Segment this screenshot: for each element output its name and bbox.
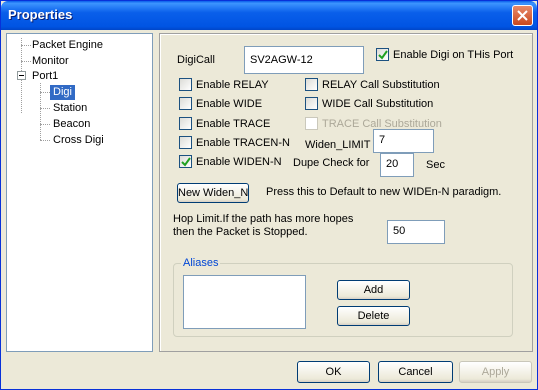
checkbox-box bbox=[305, 78, 318, 91]
enable-wide-checkbox[interactable]: Enable WIDE bbox=[179, 97, 262, 110]
checkmark-icon bbox=[181, 157, 191, 167]
tree-line bbox=[40, 92, 50, 93]
enable-widen-n-checkbox[interactable]: Enable WIDEN-N bbox=[179, 155, 282, 168]
checkbox-box bbox=[179, 155, 192, 168]
enable-trace-label: Enable TRACE bbox=[196, 117, 271, 130]
trace-call-substitution-label: TRACE Call Substitution bbox=[322, 117, 442, 130]
tree-line bbox=[40, 124, 50, 125]
tree-item-beacon[interactable]: Beacon bbox=[53, 117, 90, 132]
enable-digi-label: Enable Digi on THis Port bbox=[393, 48, 514, 61]
settings-tree[interactable]: Packet Engine Monitor Port1 Digi Station… bbox=[6, 33, 153, 352]
hop-limit-input[interactable]: 50 bbox=[387, 220, 445, 244]
tree-line bbox=[40, 140, 50, 141]
wide-call-substitution-label: WIDE Call Substitution bbox=[322, 97, 434, 110]
checkbox-box bbox=[179, 97, 192, 110]
digicall-input[interactable]: SV2AGW-12 bbox=[244, 46, 364, 74]
enable-digi-checkbox[interactable]: Enable Digi on THis Port bbox=[376, 48, 513, 61]
relay-call-substitution-label: RELAY Call Substitution bbox=[322, 78, 440, 91]
enable-relay-label: Enable RELAY bbox=[196, 78, 269, 91]
tree-item-cross-digi[interactable]: Cross Digi bbox=[53, 133, 104, 148]
dupe-check-unit: Sec bbox=[426, 159, 445, 171]
apply-button[interactable]: Apply bbox=[459, 361, 532, 383]
checkbox-box bbox=[179, 136, 192, 149]
aliases-legend: Aliases bbox=[181, 256, 221, 270]
checkbox-box bbox=[179, 78, 192, 91]
checkbox-box bbox=[179, 117, 192, 130]
relay-call-substitution-checkbox[interactable]: RELAY Call Substitution bbox=[305, 78, 440, 91]
checkbox-box bbox=[305, 97, 318, 110]
tree-item-digi[interactable]: Digi bbox=[50, 85, 75, 100]
widen-limit-label: Widen_LIMIT bbox=[305, 139, 371, 151]
digicall-label: DigiCall bbox=[177, 54, 215, 66]
close-icon bbox=[517, 10, 528, 21]
checkbox-box bbox=[376, 48, 389, 61]
enable-trace-checkbox[interactable]: Enable TRACE bbox=[179, 117, 270, 130]
enable-widen-n-label: Enable WIDEN-N bbox=[196, 155, 282, 168]
new-widen-hint: Press this to Default to new WIDEn-N par… bbox=[266, 186, 502, 198]
enable-tracen-n-label: Enable TRACEN-N bbox=[196, 136, 290, 149]
delete-alias-button[interactable]: Delete bbox=[337, 306, 410, 326]
properties-window: Properties Packet Engine Monitor Port1 D… bbox=[0, 0, 538, 390]
collapse-toggle-icon[interactable] bbox=[17, 71, 26, 80]
dupe-check-input[interactable]: 20 bbox=[380, 153, 414, 177]
enable-relay-checkbox[interactable]: Enable RELAY bbox=[179, 78, 269, 91]
add-alias-button[interactable]: Add bbox=[337, 280, 410, 300]
tree-item-port1[interactable]: Port1 bbox=[32, 69, 58, 84]
tree-item-station[interactable]: Station bbox=[53, 101, 87, 116]
window-title: Properties bbox=[8, 7, 73, 22]
dupe-check-label: Dupe Check for bbox=[293, 157, 370, 169]
cancel-button[interactable]: Cancel bbox=[378, 361, 453, 383]
widen-limit-input[interactable]: 7 bbox=[373, 129, 434, 153]
tree-line bbox=[21, 45, 31, 46]
new-widen-n-button[interactable]: New Widen_N bbox=[177, 183, 249, 203]
title-bar[interactable]: Properties bbox=[1, 1, 537, 30]
wide-call-substitution-checkbox[interactable]: WIDE Call Substitution bbox=[305, 97, 433, 110]
aliases-list[interactable] bbox=[183, 275, 306, 329]
enable-tracen-n-checkbox[interactable]: Enable TRACEN-N bbox=[179, 136, 290, 149]
tree-item-packet-engine[interactable]: Packet Engine bbox=[32, 38, 103, 53]
close-button[interactable] bbox=[512, 5, 533, 26]
ok-button[interactable]: OK bbox=[297, 361, 370, 383]
enable-wide-label: Enable WIDE bbox=[196, 97, 263, 110]
tree-line bbox=[40, 108, 50, 109]
checkmark-icon bbox=[378, 50, 388, 60]
tree-item-monitor[interactable]: Monitor bbox=[32, 54, 69, 69]
hop-limit-label-line2: then the Packet is Stopped. bbox=[173, 226, 308, 238]
hop-limit-label-line1: Hop Limit.If the path has more hopes bbox=[173, 213, 354, 225]
tree-line bbox=[21, 61, 31, 62]
checkbox-box bbox=[305, 117, 318, 130]
